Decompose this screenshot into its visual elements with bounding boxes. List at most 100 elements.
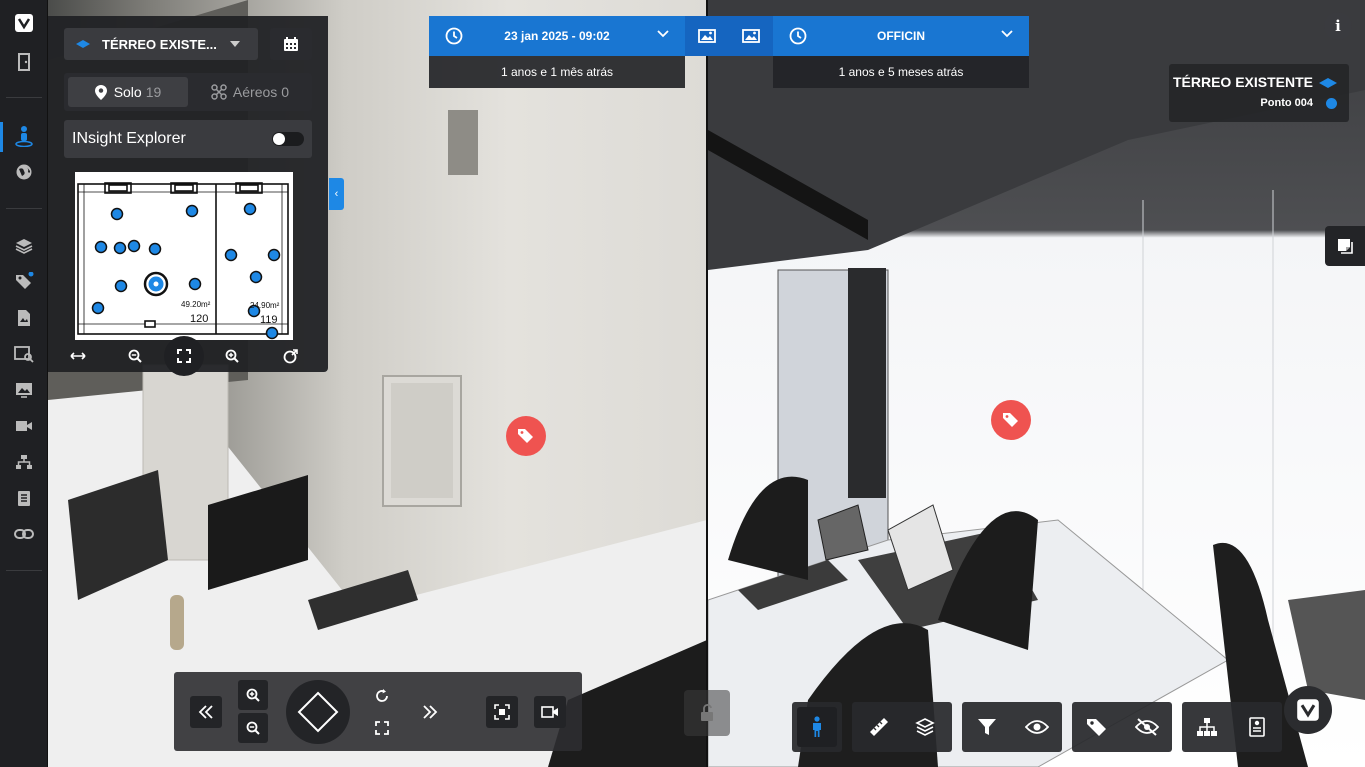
image-icon (742, 29, 760, 43)
fullscreen-icon (177, 349, 191, 363)
info-button[interactable]: i (1324, 12, 1352, 40)
image-icon (698, 29, 716, 43)
capture-panel: TÉRREO EXISTE... Solo 19 Aéreos 0 INsigh… (48, 16, 328, 376)
clock-icon (445, 27, 463, 45)
tag-marker-left[interactable] (506, 416, 546, 456)
add-tag-button[interactable] (1077, 707, 1117, 747)
minimap-toolbar (64, 336, 312, 376)
structure-tree-button[interactable] (1187, 707, 1227, 747)
calendar-button[interactable] (270, 28, 312, 60)
exit-door-icon[interactable] (12, 50, 36, 74)
minimap-room-right: 119 (260, 314, 278, 326)
tab-aereos-count: 0 (281, 84, 290, 100)
id-card-icon (1249, 717, 1265, 737)
zoom-in-icon (225, 349, 239, 363)
previous-point-button[interactable] (190, 696, 222, 728)
tag-icon (518, 429, 533, 443)
brand-logo-button[interactable] (1284, 686, 1332, 734)
report-icon[interactable] (12, 486, 36, 510)
video-icon[interactable] (12, 414, 36, 438)
left-date-value: 23 jan 2025 - 09:02 (504, 29, 610, 43)
panel-collapse-button[interactable]: ‹ (329, 178, 344, 210)
unlock-icon (701, 704, 713, 721)
minimap-zoom-out-button[interactable] (115, 336, 155, 376)
properties-button[interactable] (1237, 707, 1277, 747)
image-search-icon[interactable] (12, 342, 36, 366)
insight-explorer-row: INsight Explorer (64, 120, 312, 158)
tag-marker-right[interactable] (991, 400, 1031, 440)
chevron-down-icon (657, 30, 669, 38)
calendar-icon (284, 37, 298, 51)
chevron-left-icon: ‹ (334, 188, 339, 200)
model-tools-group (852, 702, 952, 752)
minimap-fit-button[interactable] (164, 336, 204, 376)
hide-tags-button[interactable] (1127, 707, 1167, 747)
next-point-button[interactable] (414, 696, 446, 728)
rail-separator (6, 208, 42, 209)
structure-group (1182, 702, 1282, 752)
notes-button[interactable] (1325, 226, 1365, 266)
tab-aereos[interactable]: Aéreos 0 (192, 77, 308, 107)
floor-minimap[interactable]: 49.20m² 24.90m² 120 119 (75, 172, 293, 340)
chevron-down-icon (1001, 30, 1013, 38)
sticky-note-icon (1338, 239, 1353, 254)
point-dot-icon (1326, 98, 1337, 109)
fullscreen-button[interactable] (368, 714, 396, 742)
compass-icon (283, 349, 298, 364)
tag-icon (1087, 719, 1106, 736)
left-relative-time: 1 anos e 1 mês atrás (429, 56, 685, 88)
tab-aereos-label: Aéreos (232, 84, 278, 100)
tags-icon[interactable] (12, 270, 36, 294)
chevron-down-icon (230, 41, 240, 47)
globe-icon[interactable] (12, 160, 36, 184)
document-icon[interactable] (12, 306, 36, 330)
drone-icon (211, 84, 227, 100)
minimap-compass-button[interactable] (271, 336, 311, 376)
tag-icon (1003, 413, 1018, 427)
zoom-out-icon (246, 721, 260, 735)
walk-mode-button[interactable] (797, 707, 837, 747)
rotate-icon (376, 689, 388, 702)
model-layers-button[interactable] (905, 707, 945, 747)
minimap-zoom-in-button[interactable] (212, 336, 252, 376)
floor-diamond-icon (1319, 78, 1337, 88)
visibility-button[interactable] (1017, 707, 1057, 747)
zoom-out-button[interactable] (238, 713, 268, 743)
app-root: TÉRREO EXISTE... Solo 19 Aéreos 0 INsigh… (0, 0, 1365, 767)
move-diamond-icon (297, 691, 339, 733)
layers-icon (915, 718, 935, 736)
insight-explorer-toggle[interactable] (272, 132, 304, 146)
location-floor: TÉRREO EXISTENTE (1172, 74, 1313, 90)
measure-button[interactable] (859, 707, 899, 747)
insight-explorer-label: INsight Explorer (72, 130, 186, 147)
link-icon[interactable] (12, 522, 36, 546)
tab-solo[interactable]: Solo 19 (68, 77, 188, 107)
gallery-icon[interactable] (12, 378, 36, 402)
record-video-button[interactable] (534, 696, 566, 728)
split-divider[interactable] (706, 0, 708, 767)
layers-icon[interactable] (12, 234, 36, 258)
floor-select[interactable]: TÉRREO EXISTE... (64, 28, 258, 60)
navigation-controls (174, 672, 582, 751)
left-date-select[interactable]: 23 jan 2025 - 09:02 (429, 16, 685, 56)
pan-joystick[interactable] (286, 680, 350, 744)
person-icon (813, 716, 821, 737)
filter-button[interactable] (967, 707, 1007, 747)
street-view-icon[interactable] (12, 124, 36, 148)
minimap-expand-button[interactable] (58, 336, 98, 376)
screenshot-button[interactable] (486, 696, 518, 728)
hierarchy-icon[interactable] (12, 450, 36, 474)
tab-solo-count: 19 (145, 84, 162, 100)
left-image-button[interactable] (685, 16, 729, 56)
map-pin-icon (94, 84, 107, 100)
brand-logo-icon[interactable] (12, 11, 36, 35)
rotate-button[interactable] (368, 682, 396, 710)
right-model-select[interactable]: OFFICIN (773, 16, 1029, 56)
left-rail (0, 0, 48, 767)
rail-separator (6, 570, 42, 571)
right-image-button[interactable] (729, 16, 773, 56)
capture-type-toggle: Solo 19 Aéreos 0 (64, 73, 312, 111)
sync-lock-button[interactable] (684, 690, 730, 736)
right-model-value: OFFICIN (877, 29, 925, 43)
zoom-in-button[interactable] (238, 680, 268, 710)
